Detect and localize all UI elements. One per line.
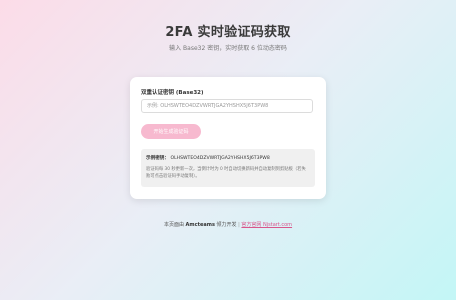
example-key-value: OLHSWTEO4DZVWRTJGA2YHSHX5J6T3PW8 <box>170 156 270 161</box>
page-title: 2FA 实时验证码获取 <box>165 25 291 40</box>
footer-separator: | <box>238 222 240 228</box>
secret-field-label: 双重认证密钥 (Base32) <box>141 90 204 96</box>
example-key-label: 示例密钥： <box>146 156 169 161</box>
start-generate-button[interactable]: 开始生成验证码 <box>141 124 201 139</box>
main-card: 双重认证密钥 (Base32) 开始生成验证码 示例密钥： OLHSWTEO4D… <box>130 77 326 199</box>
official-site-link[interactable]: 官方官网 Njstart.com <box>241 222 292 228</box>
footer-prefix: 本页面由 <box>163 222 184 228</box>
result-panel: 示例密钥： OLHSWTEO4DZVWRTJGA2YHSHX5J6T3PW8 验… <box>141 149 315 187</box>
refresh-note: 验证码每 30 秒更新一次，当倒计时为 0 时自动切换新码并自动复制到剪贴板（若… <box>146 167 306 179</box>
footer: 本页面由 Amcteams 倾力开发 | 官方官网 Njstart.com <box>0 221 456 228</box>
page-subtitle: 输入 Base32 密钥，实时获取 6 位动态密码 <box>169 45 287 52</box>
footer-brand: Amcteams <box>185 222 215 228</box>
example-key-line: 示例密钥： OLHSWTEO4DZVWRTJGA2YHSHX5J6T3PW8 <box>146 155 270 161</box>
footer-suffix: 倾力开发 <box>216 222 237 228</box>
secret-key-input[interactable] <box>141 99 313 113</box>
